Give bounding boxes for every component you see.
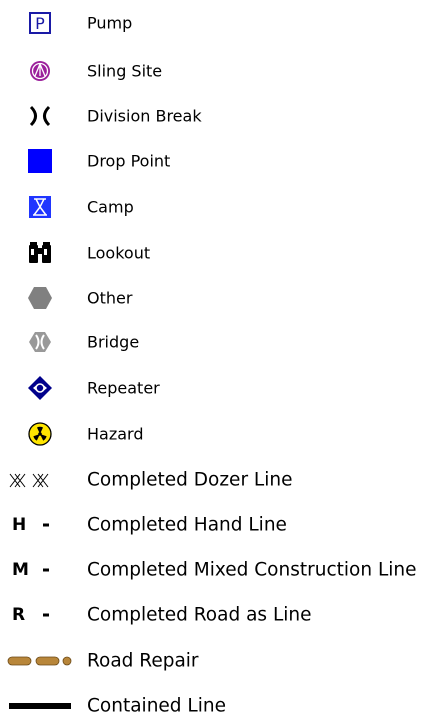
legend-label: Drop Point [87,151,171,171]
legend-label: Lookout [87,243,151,263]
hand-line-letter: H [12,515,27,535]
legend-row-hazard: Hazard [0,414,425,454]
legend-row-repeater: Repeater [0,368,425,408]
legend-label: Completed Mixed Construction Line [87,559,417,581]
legend-row-camp: Camp [0,187,425,227]
legend-label: Completed Hand Line [87,514,287,536]
legend-row-bridge: Bridge [0,322,425,362]
legend-label: Bridge [87,332,140,352]
legend-row-hand-line: H Completed Hand Line [0,505,425,545]
repeater-icon [27,375,53,401]
legend-row-division-break: Division Break [0,96,425,136]
pump-icon: P [29,12,51,34]
dozer-line-icon [9,472,71,488]
camp-icon [29,196,51,218]
other-icon [27,286,53,310]
mixed-line-icon: M [12,560,49,580]
legend-label: Other [87,288,133,308]
drop-point-icon [28,149,52,173]
contained-line-icon [9,702,71,710]
legend-row-mixed-line: M Completed Mixed Construction Line [0,550,425,590]
legend-row-lookout: Lookout [0,233,425,273]
legend-label: Camp [87,197,134,217]
bridge-icon [28,331,52,353]
lookout-icon [28,242,52,264]
legend-row-sling-site: Sling Site [0,51,425,91]
legend-row-road-line: R Completed Road as Line [0,595,425,635]
mixed-line-letter: M [12,560,29,580]
mixed-line-dash [43,568,49,572]
legend-label: Pump [87,13,133,33]
hazard-icon [28,422,52,446]
road-line-icon: R [12,605,49,625]
legend-row-pump: P Pump [0,3,425,43]
legend-label: Hazard [87,424,144,444]
legend-row-other: Other [0,278,425,318]
road-line-dash [43,613,49,617]
legend-label: Completed Dozer Line [87,469,293,491]
sling-site-icon [29,60,51,82]
legend-label: Repeater [87,378,160,398]
road-repair-icon [7,655,73,667]
legend-row-dozer-line: Completed Dozer Line [0,460,425,500]
legend-row-road-repair: Road Repair [0,641,425,681]
hand-line-dash [43,523,49,527]
legend-row-drop-point: Drop Point [0,141,425,181]
legend-label: Contained Line [87,695,226,717]
hand-line-icon: H [12,515,49,535]
legend-label: Division Break [87,106,202,126]
division-break-icon [28,105,52,127]
legend-label: Completed Road as Line [87,604,312,626]
legend-label: Sling Site [87,61,163,81]
road-line-letter: R [12,605,26,625]
legend-label: Road Repair [87,650,199,672]
svg-text:P: P [35,14,45,33]
legend-row-contained-line: Contained Line [0,686,425,726]
